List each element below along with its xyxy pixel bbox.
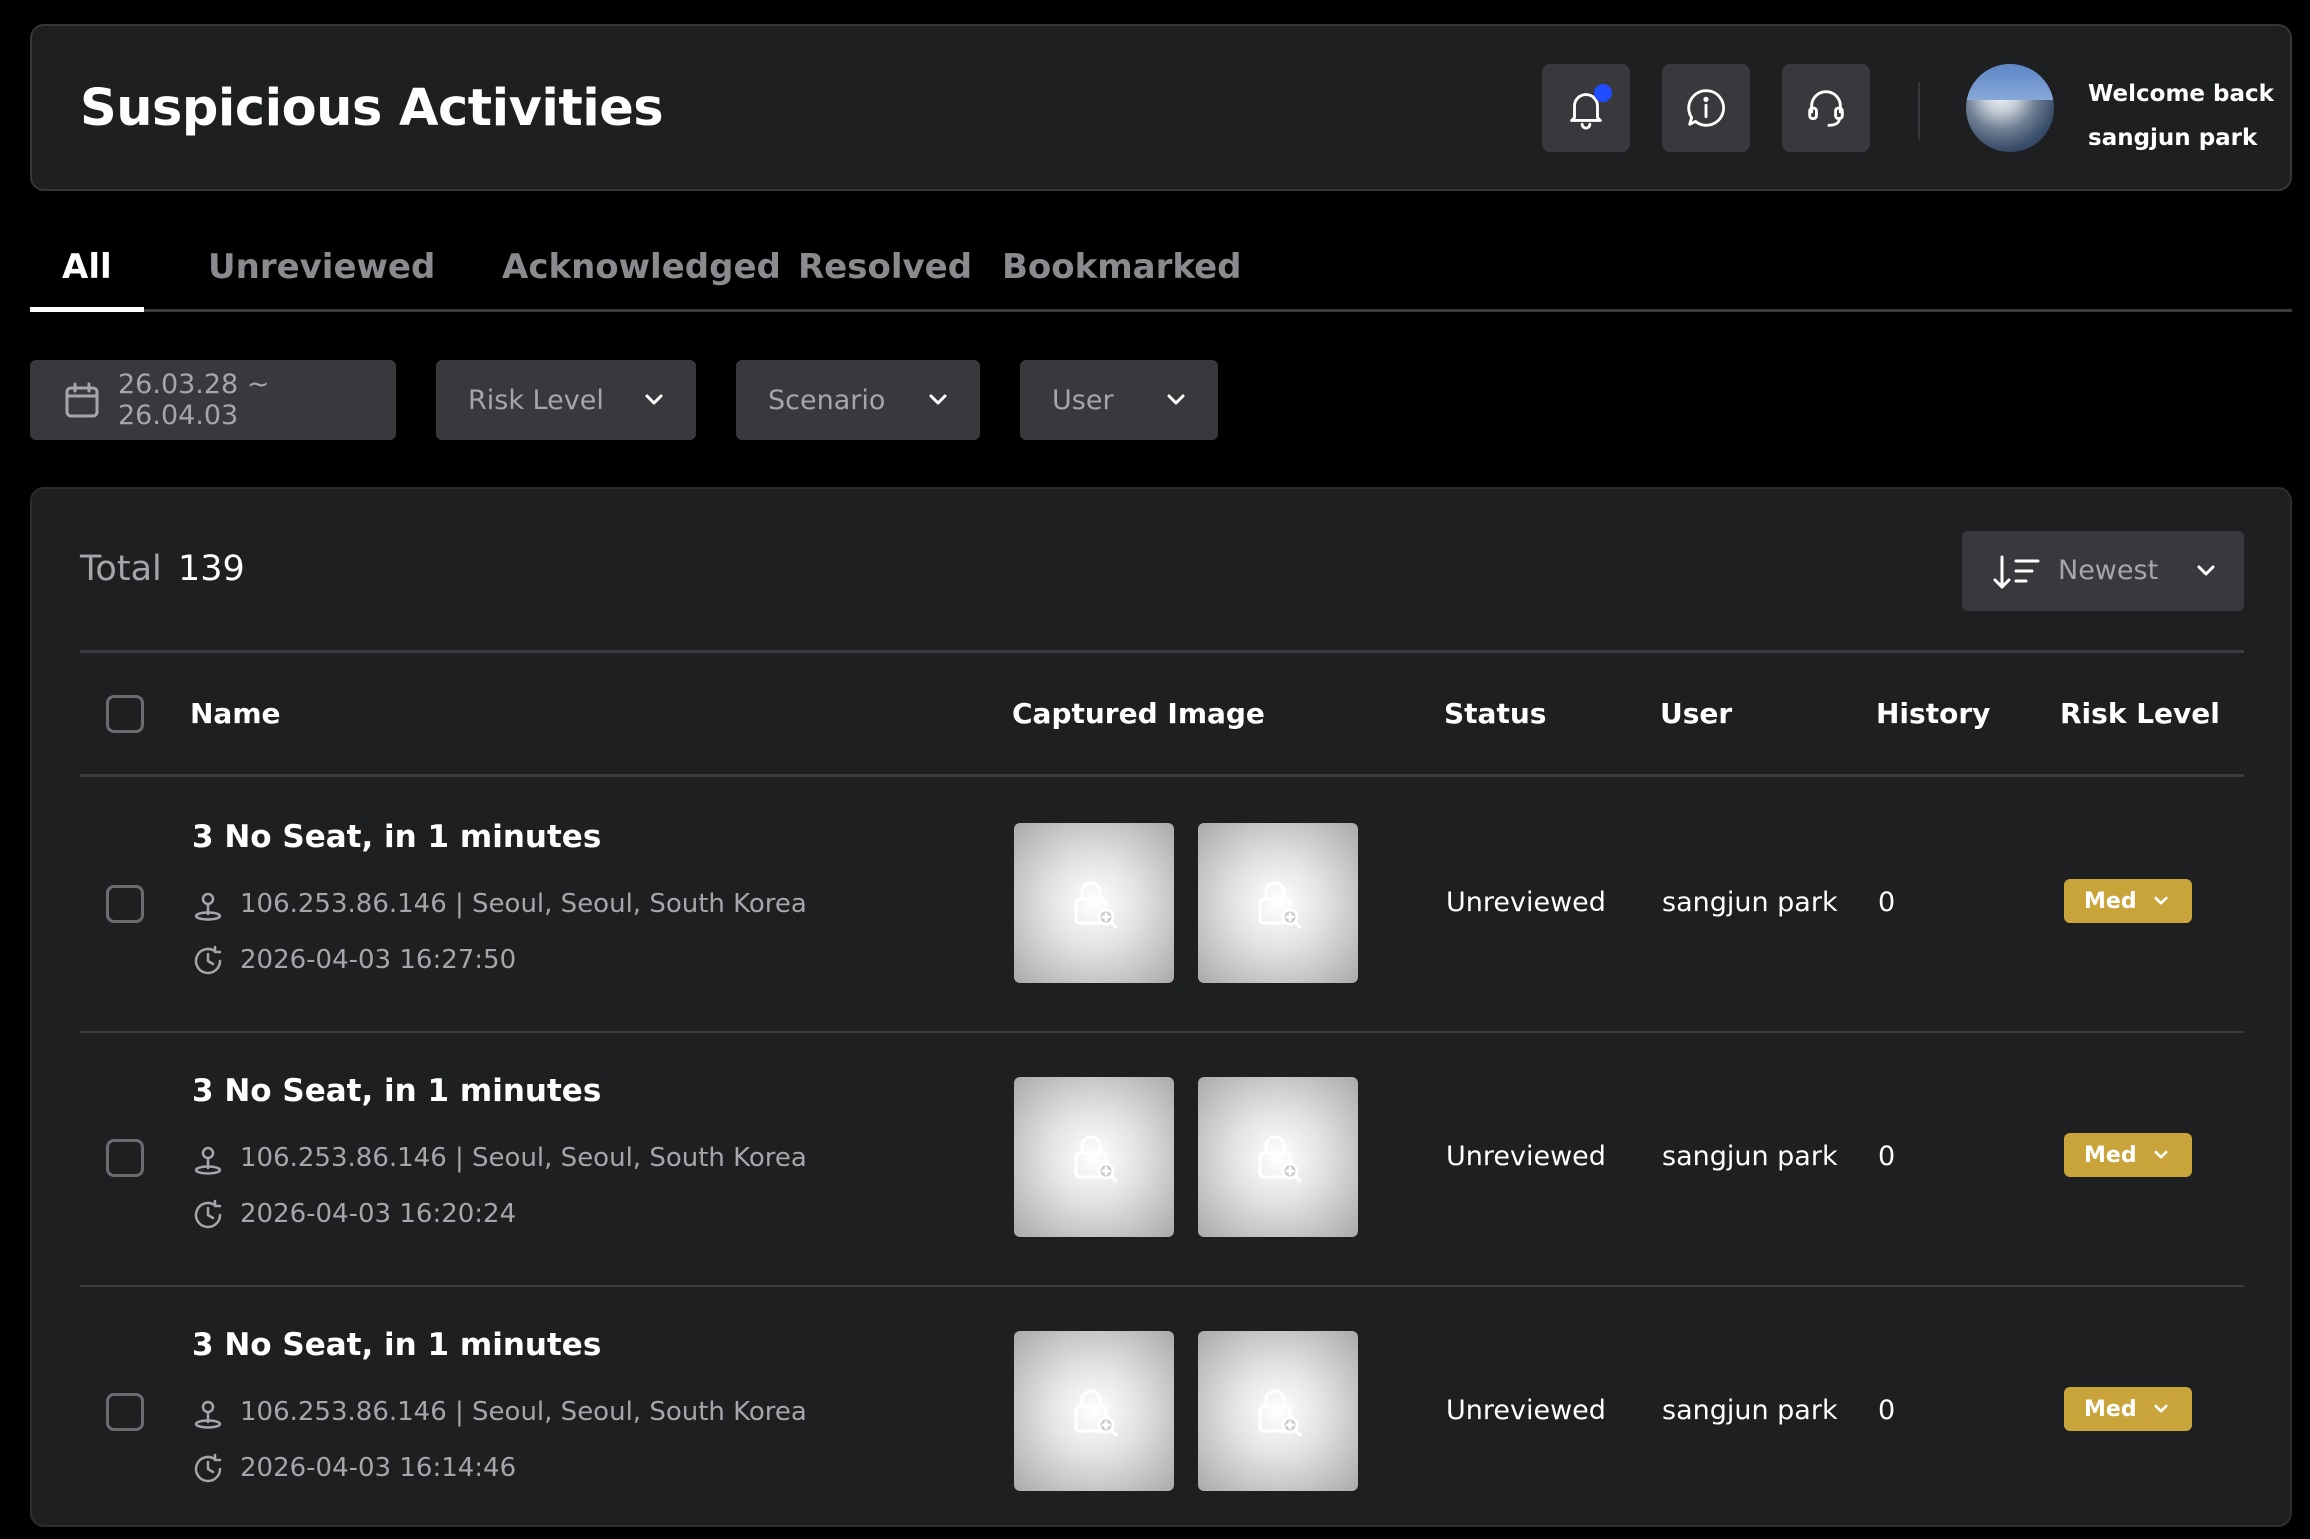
column-header-history: History [1876,697,1991,730]
history-cell: 0 [1878,1141,1896,1172]
table-row[interactable]: 3 No Seat, in 1 minutes 106.253.86.146 |… [32,1285,2294,1539]
risk-level-filter[interactable]: Risk Level [436,360,696,440]
risk-level-filter-label: Risk Level [468,384,604,416]
clock-icon [194,1453,222,1483]
activities-panel: Total 139 Newest Name Captured Image Sta… [30,487,2292,1527]
locked-image-icon [1258,881,1302,929]
captured-image-thumbnail[interactable] [1198,823,1358,983]
chevron-down-icon [645,394,663,405]
date-range-value: 26.03.28 ~ 26.04.03 [118,369,270,431]
status-cell: Unreviewed [1446,1141,1606,1172]
tab-unreviewed[interactable]: Unreviewed [176,228,467,312]
activity-time: 2026-04-03 16:27:50 [240,945,517,975]
risk-level-dropdown[interactable]: Med [2064,1133,2192,1177]
chevron-down-icon [2154,1150,2168,1159]
user-filter-label: User [1052,384,1114,416]
date-range-filter[interactable]: 26.03.28 ~ 26.04.03 [30,360,396,440]
risk-level-dropdown[interactable]: Med [2064,879,2192,923]
user-cell: sangjun park [1662,1141,1838,1172]
column-header-status: Status [1444,697,1547,730]
location-icon [194,1400,222,1429]
headset-icon [1808,90,1844,127]
risk-level-dropdown[interactable]: Med [2064,1387,2192,1431]
avatar[interactable] [1966,64,2054,152]
table-row[interactable]: 3 No Seat, in 1 minutes 106.253.86.146 |… [32,1031,2294,1285]
activity-time: 2026-04-03 16:14:46 [240,1453,517,1483]
location-icon [194,1146,222,1175]
column-header-name: Name [190,697,281,730]
notifications-button[interactable] [1542,64,1630,152]
activity-location: 106.253.86.146 | Seoul, Seoul, South Kor… [240,889,807,919]
notification-dot [1594,84,1612,102]
locked-image-icon [1074,1389,1118,1437]
history-cell: 0 [1878,1395,1896,1426]
risk-level-value: Med [2084,888,2137,914]
welcome-text: Welcome back sangjun park [2088,72,2274,160]
captured-image-thumbnail[interactable] [1014,823,1174,983]
header-divider [1918,82,1920,140]
scenario-filter[interactable]: Scenario [736,360,980,440]
calendar-icon [65,382,99,418]
risk-level-value: Med [2084,1396,2137,1422]
page-title: Suspicious Activities [80,79,664,138]
captured-image-thumbnail[interactable] [1014,1077,1174,1237]
tab-bookmarked[interactable]: Bookmarked [970,228,1273,312]
locked-image-icon [1074,1135,1118,1183]
username: sangjun park [2088,125,2258,151]
captured-image-thumbnail[interactable] [1198,1331,1358,1491]
clock-icon [194,945,222,975]
info-button[interactable] [1662,64,1750,152]
history-cell: 0 [1878,887,1896,918]
page-header: Suspicious Activities Welcome back sangj… [30,24,2292,191]
risk-level-value: Med [2084,1142,2137,1168]
user-cell: sangjun park [1662,1395,1838,1426]
activity-time: 2026-04-03 16:20:24 [240,1199,517,1229]
activity-name: 3 No Seat, in 1 minutes [192,1327,602,1363]
support-button[interactable] [1782,64,1870,152]
user-cell: sangjun park [1662,887,1838,918]
column-header-captured-image: Captured Image [1012,697,1265,730]
welcome-line: Welcome back [2088,81,2274,107]
chevron-down-icon [2154,896,2168,905]
activity-name: 3 No Seat, in 1 minutes [192,1073,602,1109]
sort-label: Newest [2058,555,2159,586]
select-all-checkbox[interactable] [106,695,144,733]
user-filter[interactable]: User [1020,360,1218,440]
clock-icon [194,1199,222,1229]
status-cell: Unreviewed [1446,887,1606,918]
captured-image-thumbnail[interactable] [1198,1077,1358,1237]
chevron-down-icon [1167,394,1185,405]
status-tabs: All Unreviewed Acknowledged Resolved Boo… [30,228,2292,312]
chevron-down-icon [2197,565,2215,576]
scenario-filter-label: Scenario [768,384,886,416]
table-row[interactable]: 3 No Seat, in 1 minutes 106.253.86.146 |… [32,777,2294,1031]
row-checkbox[interactable] [106,1139,144,1177]
status-cell: Unreviewed [1446,1395,1606,1426]
activity-location: 106.253.86.146 | Seoul, Seoul, South Kor… [240,1397,807,1427]
row-checkbox[interactable] [106,885,144,923]
tab-acknowledged[interactable]: Acknowledged [470,228,813,312]
locked-image-icon [1258,1389,1302,1437]
total-label: Total [80,549,162,589]
column-header-user: User [1660,697,1733,730]
location-icon [194,892,222,921]
table-top-divider [80,650,2244,653]
chevron-down-icon [929,394,947,405]
total-count: 139 [178,549,245,589]
sort-icon [1993,555,2040,589]
activity-name: 3 No Seat, in 1 minutes [192,819,602,855]
locked-image-icon [1074,881,1118,929]
sort-dropdown[interactable]: Newest [1962,531,2244,611]
captured-image-thumbnail[interactable] [1014,1331,1174,1491]
locked-image-icon [1258,1135,1302,1183]
tab-all[interactable]: All [30,228,144,312]
tab-resolved[interactable]: Resolved [766,228,1004,312]
info-icon [1687,89,1725,127]
chevron-down-icon [2154,1404,2168,1413]
row-checkbox[interactable] [106,1393,144,1431]
column-header-risk-level: Risk Level [2060,697,2220,730]
activity-location: 106.253.86.146 | Seoul, Seoul, South Kor… [240,1143,807,1173]
